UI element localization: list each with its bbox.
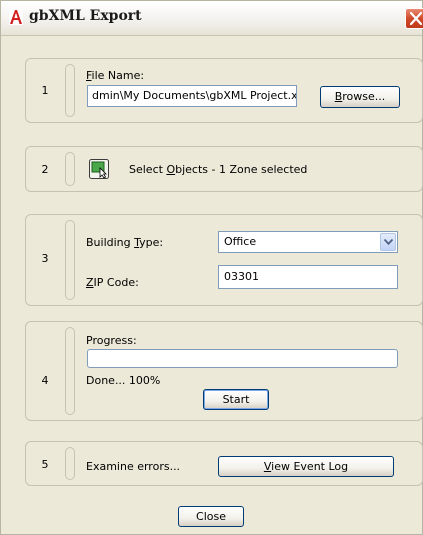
- step-number: 5: [41, 458, 49, 471]
- building-type-label: Building Type:: [86, 236, 164, 249]
- view-event-log-button[interactable]: View Event Log: [218, 456, 394, 477]
- building-type-value: Office: [224, 235, 257, 248]
- file-name-input[interactable]: dmin\My Documents\gbXML Project.xml: [87, 85, 297, 107]
- step-number: 1: [41, 84, 49, 97]
- step-number: 2: [41, 163, 49, 176]
- close-button[interactable]: Close: [178, 506, 244, 527]
- file-name-value: dmin\My Documents\gbXML Project.xml: [92, 89, 297, 102]
- step-number-cell: 2: [26, 147, 64, 191]
- chevron-down-icon: [384, 239, 393, 245]
- select-objects-label[interactable]: Select Objects - 1 Zone selected: [129, 163, 307, 176]
- title-bar[interactable]: gbXML Export: [1, 1, 423, 36]
- close-window-button[interactable]: [405, 8, 423, 29]
- step-4-progress-group: 4 Progress: Done... 100% Start: [25, 321, 423, 421]
- group-divider: [65, 152, 75, 186]
- step-1-file-group: 1 File Name: dmin\My Documents\gbXML Pro…: [25, 58, 423, 123]
- step-number: 3: [41, 252, 49, 265]
- start-button[interactable]: Start: [203, 389, 269, 410]
- step-number-cell: 4: [26, 322, 64, 420]
- file-name-label: File Name:: [86, 69, 145, 82]
- select-objects-icon[interactable]: [89, 159, 109, 179]
- step-number-cell: 5: [26, 442, 64, 485]
- progress-bar: [87, 349, 398, 368]
- step-number-cell: 3: [26, 215, 64, 305]
- group-divider: [65, 64, 75, 117]
- examine-errors-label: Examine errors...: [86, 460, 181, 473]
- step-number-cell: 1: [26, 59, 64, 122]
- progress-status: Done... 100%: [86, 374, 161, 387]
- building-type-select[interactable]: Office: [218, 231, 398, 253]
- step-2-select-group: 2 Select Objects - 1 Zone selected: [25, 146, 423, 192]
- progress-label: Progress:: [86, 334, 137, 347]
- group-divider: [65, 220, 75, 300]
- step-5-errors-group: 5 Examine errors... View Event Log: [25, 441, 423, 486]
- zip-code-value: 03301: [224, 270, 259, 283]
- group-divider: [65, 447, 75, 480]
- browse-button[interactable]: Browse...: [320, 86, 400, 108]
- gbxml-export-dialog: gbXML Export 1 File Name: dmin\My Docume…: [0, 0, 423, 535]
- zip-code-label: ZIP Code:: [86, 276, 139, 289]
- autocad-a-icon: [9, 9, 23, 25]
- step-3-building-group: 3 Building Type: Office ZIP Code: 03301: [25, 214, 423, 306]
- group-divider: [65, 327, 75, 415]
- close-x-icon: [410, 12, 422, 25]
- zip-code-input[interactable]: 03301: [218, 265, 398, 289]
- window-title: gbXML Export: [29, 8, 142, 24]
- dropdown-arrow[interactable]: [380, 233, 396, 251]
- step-number: 4: [41, 374, 49, 387]
